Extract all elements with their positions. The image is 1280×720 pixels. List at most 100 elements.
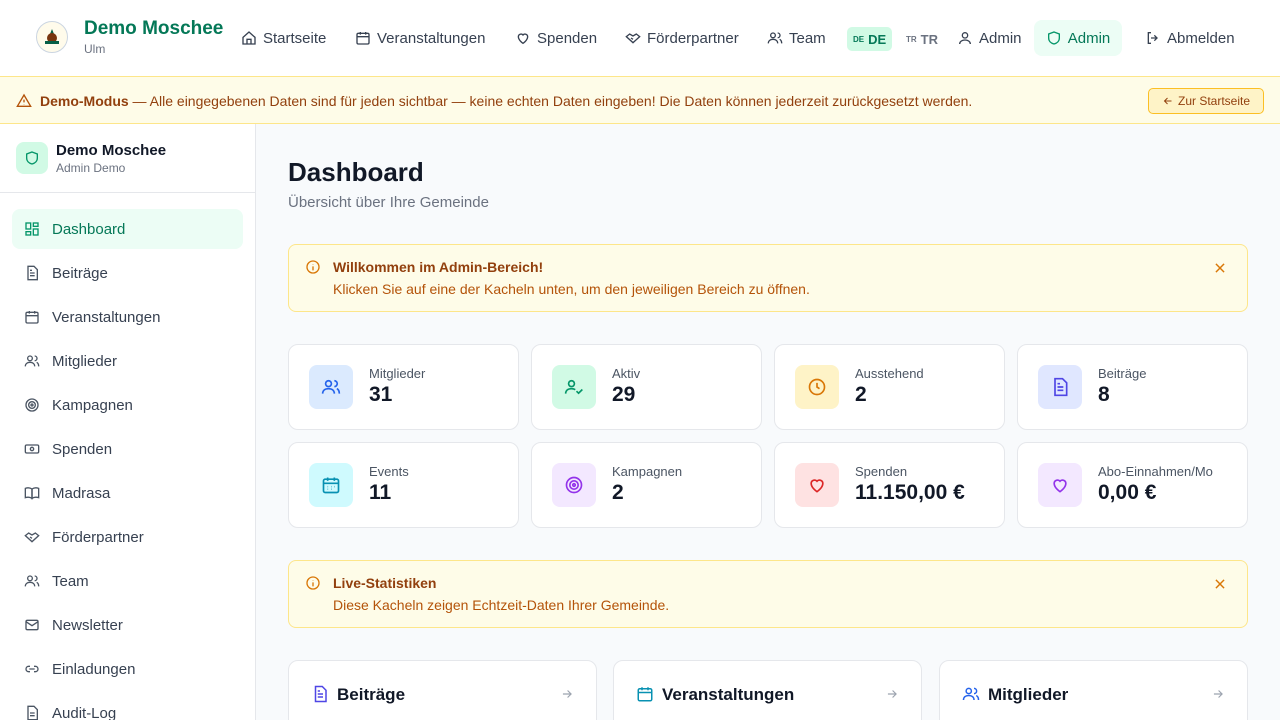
stat-label: Abo-Einnahmen/Mo: [1098, 464, 1213, 479]
close-icon[interactable]: [1213, 261, 1227, 275]
sidebar-item-mitglieder[interactable]: Mitglieder: [12, 341, 243, 381]
stat-card-beitraege[interactable]: Beiträge 8: [1017, 344, 1248, 430]
sidebar-item-label: Team: [52, 572, 89, 590]
sidebar-item-newsletter[interactable]: Newsletter: [12, 605, 243, 645]
welcome-alert-title: Willkommen im Admin-Bereich!: [333, 259, 544, 275]
sidebar-header: Demo Moschee Admin Demo: [0, 124, 255, 193]
nav-foerderpartner[interactable]: Förderpartner: [625, 26, 739, 50]
brand-title: Demo Moschee: [84, 18, 224, 39]
stat-label: Beiträge: [1098, 366, 1147, 381]
module-card-mitglieder[interactable]: Mitglieder: [939, 660, 1248, 720]
back-to-home-button[interactable]: Zur Startseite: [1148, 88, 1264, 114]
heart-icon: [795, 463, 839, 507]
language-tr-button[interactable]: TR TR: [900, 27, 944, 51]
heart-icon: [517, 33, 529, 45]
arrow-right-icon: [562, 690, 572, 698]
banner-message: — Alle eingegebenen Daten sind für jeden…: [128, 93, 973, 109]
calendar-icon: [309, 463, 353, 507]
nav-abmelden[interactable]: Abmelden: [1145, 26, 1235, 50]
sidebar-item-foerderpartner[interactable]: Förderpartner: [12, 517, 243, 557]
document-icon: [314, 685, 327, 703]
stat-card-aktiv[interactable]: Aktiv 29: [531, 344, 762, 430]
live-stats-alert-title: Live-Statistiken: [333, 575, 437, 591]
sidebar-title: Demo Moschee: [56, 142, 167, 159]
nav-label: Admin: [979, 29, 1022, 47]
users-icon: [24, 355, 40, 367]
stat-card-kampagnen[interactable]: Kampagnen 2: [531, 442, 762, 528]
warning-icon: [16, 93, 32, 107]
users-icon: [24, 575, 40, 587]
sidebar-item-dashboard[interactable]: Dashboard: [12, 209, 243, 249]
sidebar-item-label: Mitglieder: [52, 352, 118, 370]
language-de-button[interactable]: DE DE: [847, 27, 893, 51]
sidebar-item-label: Audit-Log: [52, 704, 117, 720]
shield-icon: [1047, 31, 1060, 45]
stat-label: Spenden: [855, 464, 908, 479]
sidebar-item-label: Spenden: [52, 440, 113, 458]
nav-label: Abmelden: [1167, 29, 1235, 47]
sidebar-item-label: Einladungen: [52, 660, 136, 678]
stat-value: 2: [612, 481, 624, 504]
nav-label: Startseite: [263, 29, 327, 47]
banner-strong: Demo-Modus: [40, 93, 129, 109]
close-icon[interactable]: [1213, 577, 1227, 591]
sidebar-item-label: Dashboard: [52, 220, 126, 238]
user-icon: [959, 32, 971, 45]
handshake-icon: [24, 532, 40, 543]
stat-card-abo-einnahmen[interactable]: Abo-Einnahmen/Mo 0,00 €: [1017, 442, 1248, 528]
de-flag: DE: [853, 34, 865, 44]
nav-team[interactable]: Team: [767, 26, 826, 50]
document-icon: [27, 265, 38, 281]
logout-icon: [1147, 32, 1158, 44]
banknote-icon: [24, 444, 40, 454]
clock-icon: [795, 365, 839, 409]
heart-icon: [1038, 463, 1082, 507]
welcome-alert-text: Klicken Sie auf eine der Kacheln unten, …: [333, 281, 810, 297]
stat-label: Aktiv: [612, 366, 641, 381]
sidebar-item-team[interactable]: Team: [12, 561, 243, 601]
link-icon: [25, 665, 39, 673]
users-icon: [767, 32, 783, 44]
document-icon: [27, 705, 38, 720]
nav-label: Admin: [1067, 29, 1111, 47]
sidebar-item-einladungen[interactable]: Einladungen: [12, 649, 243, 689]
stat-value: 2: [855, 383, 867, 406]
live-stats-alert-text: Diese Kacheln zeigen Echtzeit-Daten Ihre…: [333, 597, 670, 613]
shield-icon: [16, 142, 48, 174]
arrow-left-icon: [1163, 97, 1172, 105]
users-icon: [309, 365, 353, 409]
arrow-right-icon: [1213, 690, 1223, 698]
sidebar-item-spenden[interactable]: Spenden: [12, 429, 243, 469]
back-to-home-label: Zur Startseite: [1177, 94, 1251, 108]
stat-card-mitglieder[interactable]: Mitglieder 31: [288, 344, 519, 430]
brand[interactable]: Demo Moschee Ulm: [36, 18, 223, 56]
nav-admin-profile[interactable]: Admin: [957, 26, 1022, 50]
stat-label: Ausstehend: [855, 366, 924, 381]
sidebar-item-label: Förderpartner: [52, 528, 144, 546]
sidebar-item-beitraege[interactable]: Beiträge: [12, 253, 243, 293]
sidebar-item-madrasa[interactable]: Madrasa: [12, 473, 243, 513]
sidebar-item-kampagnen[interactable]: Kampagnen: [12, 385, 243, 425]
sidebar-item-audit-log[interactable]: Audit-Log: [12, 693, 243, 720]
page-title: Dashboard: [288, 157, 424, 187]
stat-card-spenden[interactable]: Spenden 11.150,00 €: [774, 442, 1005, 528]
sidebar-item-veranstaltungen[interactable]: Veranstaltungen: [12, 297, 243, 337]
nav-admin-active[interactable]: Admin: [1034, 20, 1122, 56]
calendar-icon: [356, 32, 370, 45]
nav-startseite[interactable]: Startseite: [241, 26, 326, 50]
stat-card-ausstehend[interactable]: Ausstehend 2: [774, 344, 1005, 430]
info-icon: [306, 260, 320, 274]
nav-spenden[interactable]: Spenden: [515, 26, 597, 50]
nav-label: Förderpartner: [647, 29, 739, 47]
stat-label: Kampagnen: [612, 464, 683, 479]
arrow-right-icon: [887, 690, 897, 698]
document-icon: [1038, 365, 1082, 409]
module-card-beitraege[interactable]: Beiträge: [288, 660, 597, 720]
nav-veranstaltungen[interactable]: Veranstaltungen: [355, 26, 485, 50]
tr-flag: TR: [906, 34, 917, 44]
module-title: Beiträge: [337, 685, 406, 704]
sidebar-item-label: Madrasa: [52, 484, 111, 502]
stat-card-events[interactable]: Events 11: [288, 442, 519, 528]
module-card-veranstaltungen[interactable]: Veranstaltungen: [613, 660, 922, 720]
language-tr-label: TR: [920, 31, 939, 47]
